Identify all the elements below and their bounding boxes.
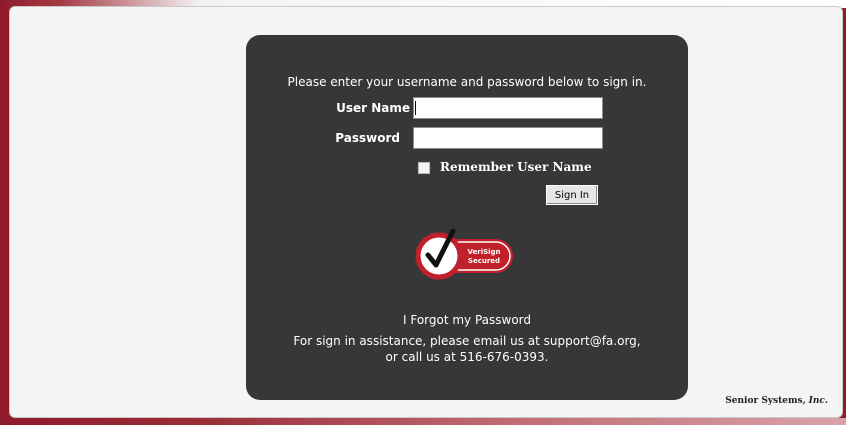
remember-username-checkbox[interactable] [418, 162, 430, 174]
footer-suffix: Inc. [808, 396, 828, 406]
verisign-secured-seal-icon[interactable]: VeriSign Secured [411, 225, 521, 287]
content-area: Please enter your username and password … [9, 6, 843, 418]
seal-text-line2: Secured [468, 257, 500, 265]
footer-credit: Senior Systems, Inc. [725, 396, 828, 406]
password-label: Password [335, 131, 400, 145]
remember-username-label[interactable]: Remember User Name [440, 160, 592, 174]
password-input[interactable] [413, 127, 603, 149]
forgot-password-link[interactable]: I Forgot my Password [246, 313, 688, 327]
text-caret [415, 101, 416, 115]
username-label: User Name [336, 101, 410, 115]
frame-bottom-band [0, 418, 846, 425]
sign-in-button[interactable]: Sign In [546, 185, 598, 205]
username-input[interactable] [413, 97, 603, 119]
footer-company: Senior Systems, [725, 396, 806, 406]
help-text-line1: For sign in assistance, please email us … [293, 334, 641, 348]
login-panel: Please enter your username and password … [246, 35, 688, 400]
verisign-seal-graphic: VeriSign Secured [415, 228, 513, 280]
seal-text-line1: VeriSign [467, 248, 500, 256]
help-text-line2: or call us at 516-676-0393. [385, 350, 549, 364]
login-instructions: Please enter your username and password … [287, 75, 647, 89]
